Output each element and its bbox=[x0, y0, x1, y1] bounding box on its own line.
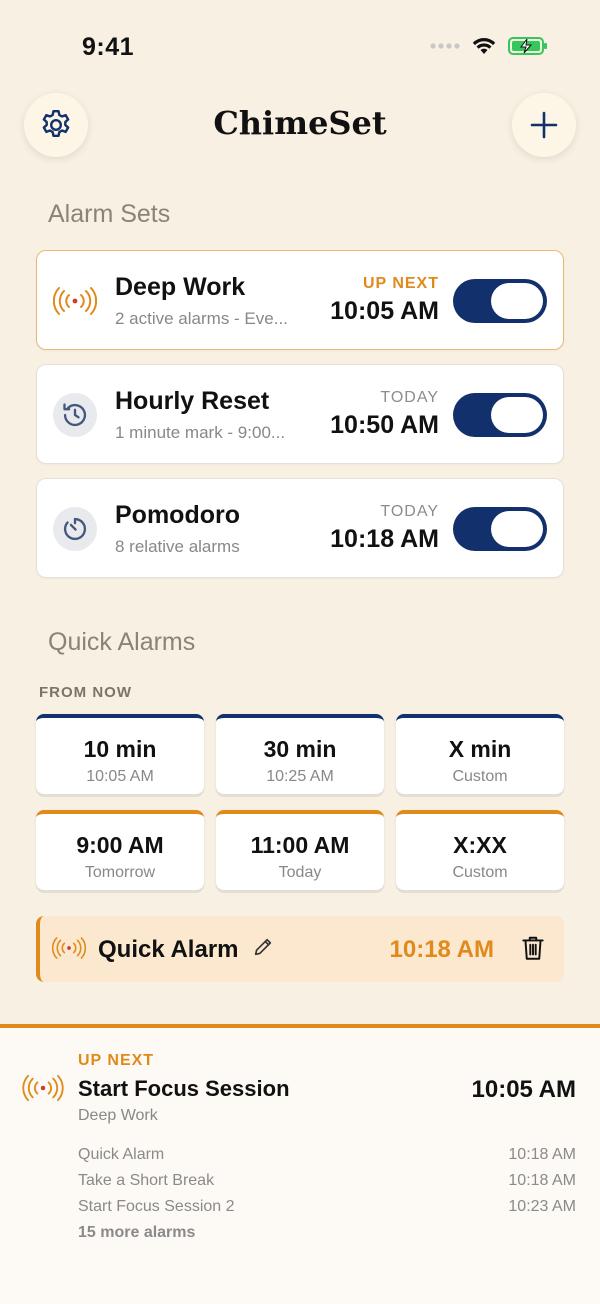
alarm-set-time: 10:18 AM bbox=[330, 525, 439, 553]
alarm-set-name: Deep Work bbox=[115, 273, 246, 301]
status-bar: 9:41 bbox=[0, 0, 600, 90]
from-now-label: FROM NOW bbox=[39, 684, 132, 701]
alarm-set-status-label: TODAY bbox=[380, 503, 439, 520]
alarm-set-card-hourly-reset[interactable]: Hourly Reset 1 minute mark - 9:00... TOD… bbox=[36, 364, 564, 464]
list-item: Quick Alarm 10:18 AM bbox=[78, 1142, 576, 1168]
alarm-set-icon bbox=[53, 393, 97, 437]
tile-subtitle: Tomorrow bbox=[84, 864, 156, 881]
list-item-name: Quick Alarm bbox=[78, 1146, 165, 1163]
alarm-set-toggle[interactable] bbox=[453, 393, 547, 437]
list-item: Start Focus Session 2 10:23 AM bbox=[78, 1194, 576, 1220]
quick-alarms-heading: Quick Alarms bbox=[48, 628, 196, 656]
tile-subtitle: Today bbox=[278, 864, 322, 881]
plus-icon bbox=[530, 111, 558, 139]
tile-subtitle: 10:05 AM bbox=[86, 768, 154, 785]
toggle-knob bbox=[491, 511, 543, 547]
quick-alarm-time: 10:18 AM bbox=[389, 936, 494, 963]
app-header: ChimeSet bbox=[0, 90, 600, 170]
ringing-alarm-icon bbox=[53, 287, 97, 315]
up-next-label: UP NEXT bbox=[78, 1052, 155, 1069]
tile-subtitle: 10:25 AM bbox=[266, 768, 334, 785]
up-next-panel[interactable]: UP NEXT Start Focus Session Deep Work 10… bbox=[0, 1024, 600, 1304]
alarm-set-status-label: UP NEXT bbox=[362, 275, 439, 292]
up-next-time: 10:05 AM bbox=[471, 1076, 576, 1103]
alarm-set-toggle[interactable] bbox=[453, 507, 547, 551]
ringing-alarm-icon bbox=[22, 1074, 64, 1107]
alarm-set-icon bbox=[53, 507, 97, 551]
alarm-set-icon bbox=[53, 279, 97, 323]
alarm-set-time: 10:05 AM bbox=[330, 297, 439, 325]
status-icons bbox=[430, 36, 548, 56]
trash-icon[interactable] bbox=[520, 934, 546, 967]
toggle-knob bbox=[491, 397, 543, 433]
alarm-set-status-label: TODAY bbox=[380, 389, 439, 406]
toggle-knob bbox=[491, 283, 543, 319]
tile-subtitle: Custom bbox=[452, 864, 508, 881]
alarm-set-subtitle: 1 minute mark - 9:00... bbox=[115, 423, 286, 442]
up-next-set-name: Deep Work bbox=[78, 1107, 158, 1124]
quick-alarm-tile-10-min[interactable]: 10 min 10:05 AM bbox=[36, 714, 204, 794]
timer-icon bbox=[63, 517, 87, 541]
alarm-set-subtitle: 8 relative alarms bbox=[115, 537, 240, 556]
tile-time: 9:00 AM bbox=[76, 832, 164, 858]
alarm-sets-heading: Alarm Sets bbox=[48, 200, 171, 228]
alarm-set-toggle[interactable] bbox=[453, 279, 547, 323]
history-clock-icon bbox=[63, 403, 87, 427]
status-time: 9:41 bbox=[82, 33, 135, 61]
quick-alarm-tile-30-min[interactable]: 30 min 10:25 AM bbox=[216, 714, 384, 794]
quick-alarm-label: Quick Alarm bbox=[98, 936, 239, 963]
add-button[interactable] bbox=[512, 93, 576, 157]
tile-subtitle: Custom bbox=[452, 768, 508, 785]
quick-alarm-tile-11am[interactable]: 11:00 AM Today bbox=[216, 810, 384, 890]
alarm-set-subtitle: 2 active alarms - Eve... bbox=[115, 309, 288, 328]
ringing-alarm-icon bbox=[51, 936, 87, 965]
list-item-time: 10:18 AM bbox=[508, 1146, 576, 1163]
list-item: Take a Short Break 10:18 AM bbox=[78, 1168, 576, 1194]
tile-duration: 10 min bbox=[83, 736, 157, 762]
alarm-set-name: Hourly Reset bbox=[115, 387, 270, 415]
app-title: ChimeSet bbox=[213, 104, 387, 142]
alarm-set-time: 10:50 AM bbox=[330, 411, 439, 439]
tile-time: 11:00 AM bbox=[250, 832, 350, 858]
quick-alarm-tile-custom-time[interactable]: X:XX Custom bbox=[396, 810, 564, 890]
list-item-name: Take a Short Break bbox=[78, 1172, 215, 1189]
upcoming-alarms-list: Quick Alarm 10:18 AM Take a Short Break … bbox=[78, 1142, 576, 1246]
alarm-set-card-deep-work[interactable]: Deep Work 2 active alarms - Eve... UP NE… bbox=[36, 250, 564, 350]
tile-duration: 30 min bbox=[263, 736, 337, 762]
list-item-time: 10:18 AM bbox=[508, 1172, 576, 1189]
list-item-name: Start Focus Session 2 bbox=[78, 1198, 235, 1215]
cellular-signal-icon bbox=[430, 43, 460, 49]
wifi-icon bbox=[472, 38, 496, 54]
battery-charging-icon bbox=[508, 37, 547, 55]
alarm-set-card-pomodoro[interactable]: Pomodoro 8 relative alarms TODAY 10:18 A… bbox=[36, 478, 564, 578]
quick-alarm-tile-custom-minutes[interactable]: X min Custom bbox=[396, 714, 564, 794]
pencil-icon[interactable] bbox=[252, 936, 274, 963]
tile-time: X:XX bbox=[453, 832, 507, 858]
quick-alarm-tile-9am[interactable]: 9:00 AM Tomorrow bbox=[36, 810, 204, 890]
list-item-time: 10:23 AM bbox=[508, 1198, 576, 1215]
tile-duration: X min bbox=[448, 736, 512, 762]
more-alarms-link[interactable]: 15 more alarms bbox=[78, 1220, 576, 1246]
alarm-set-name: Pomodoro bbox=[115, 501, 240, 529]
up-next-title: Start Focus Session bbox=[78, 1076, 290, 1101]
active-quick-alarm[interactable]: Quick Alarm 10:18 AM bbox=[36, 916, 564, 982]
